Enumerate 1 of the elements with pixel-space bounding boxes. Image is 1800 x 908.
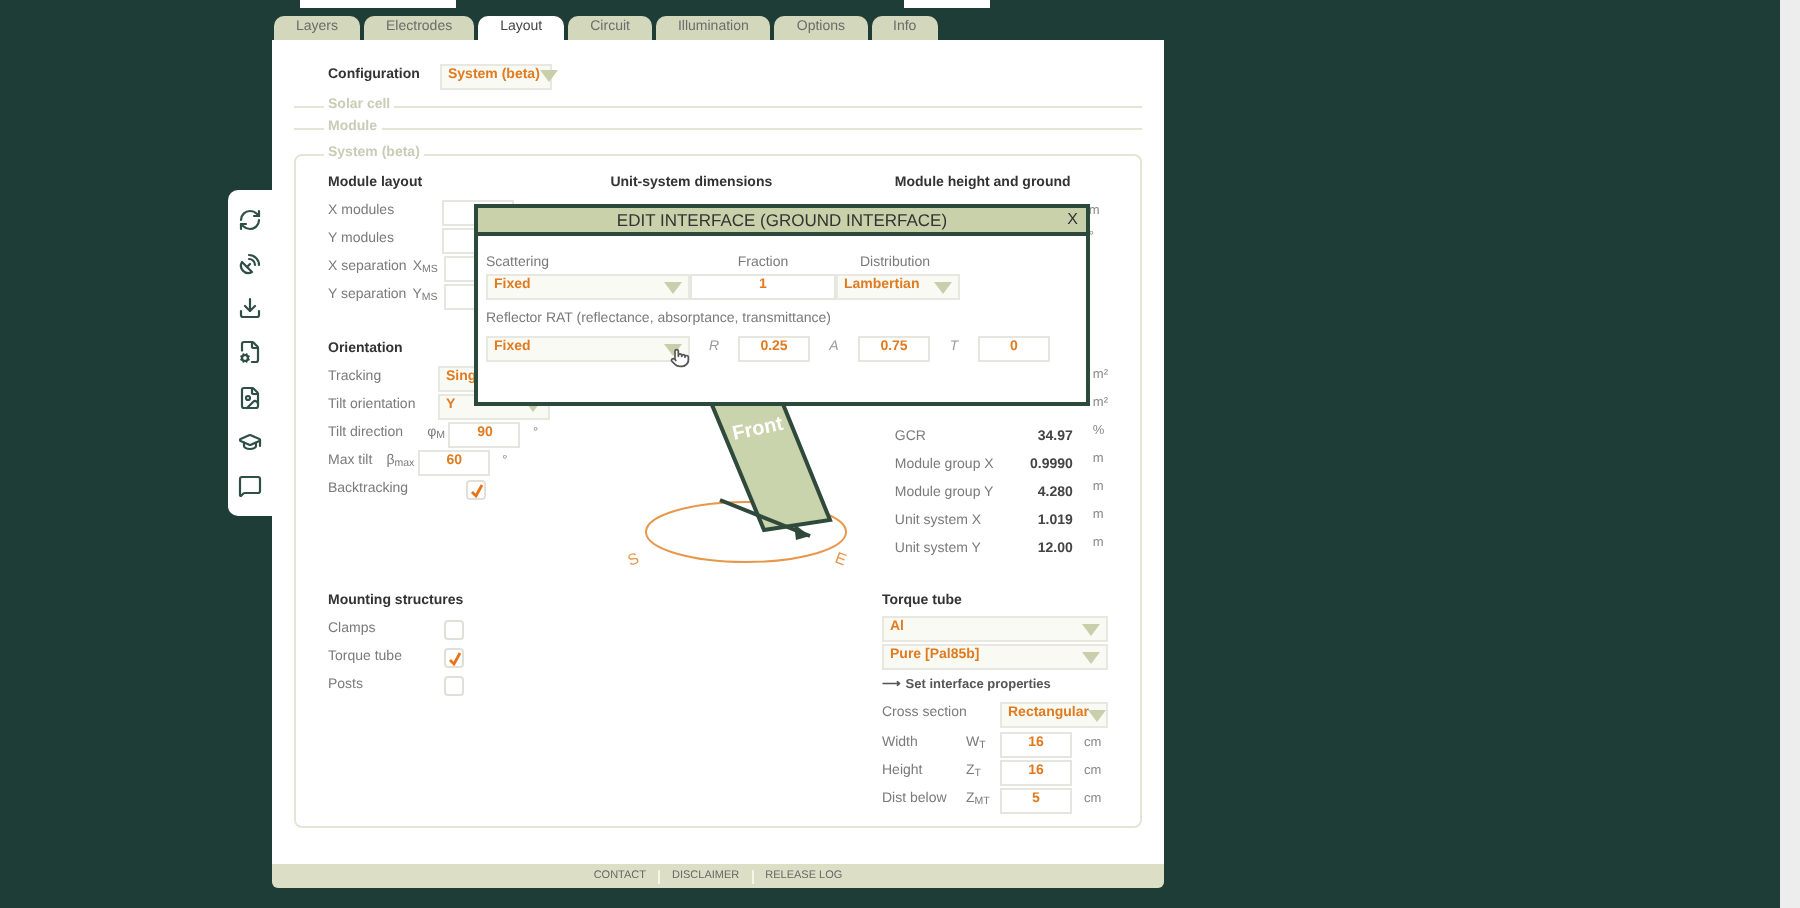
dialog-title: EDIT INTERFACE (GROUND INTERFACE)	[616, 207, 948, 233]
